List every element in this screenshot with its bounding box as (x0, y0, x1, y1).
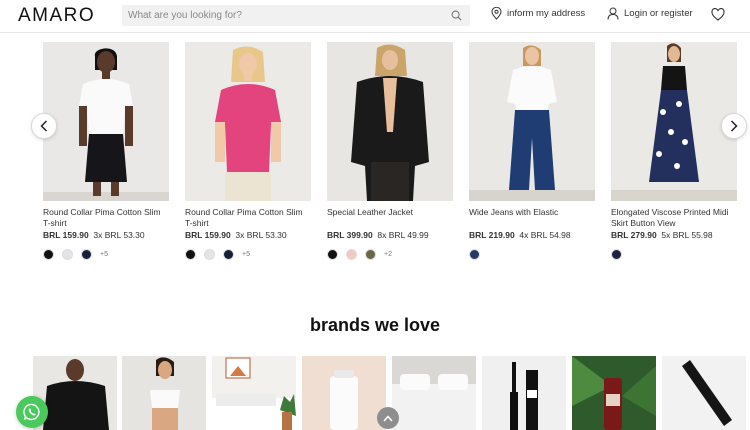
whatsapp-button[interactable] (16, 396, 48, 428)
color-swatch[interactable] (327, 249, 338, 260)
color-swatch[interactable] (223, 249, 234, 260)
brands-section-title: brands we love (309, 315, 441, 335)
chevron-left-icon (40, 120, 48, 132)
product-name[interactable]: Wide Jeans with Elastic (469, 207, 595, 229)
product-price: BRL 279.90 5x BRL 55.98 (611, 230, 713, 240)
heart-icon[interactable] (711, 8, 725, 21)
chevron-right-icon (730, 120, 738, 132)
chevron-up-icon (383, 414, 393, 421)
whatsapp-icon (23, 403, 40, 421)
color-swatches: +2 (327, 249, 453, 260)
product-card[interactable]: Special Leather Jacket BRL 399.90 8x BRL… (327, 42, 453, 260)
color-swatch[interactable] (346, 249, 357, 260)
product-image[interactable] (185, 42, 311, 201)
user-icon (607, 7, 619, 20)
product-image[interactable] (327, 42, 453, 201)
product-card[interactable]: Round Collar Pima Cotton Slim T-shirt BR… (185, 42, 311, 260)
address-link[interactable]: inform my address (491, 7, 585, 20)
color-swatches: +5 (185, 249, 311, 260)
color-swatch[interactable] (62, 249, 73, 260)
brand-card[interactable] (482, 356, 566, 430)
scroll-top-button[interactable] (377, 407, 399, 429)
amaro-logo[interactable]: AMARO (18, 5, 95, 27)
brand-card[interactable] (572, 356, 656, 430)
brand-card[interactable] (302, 356, 386, 430)
color-swatches: +5 (43, 249, 169, 260)
color-swatch[interactable] (204, 249, 215, 260)
more-colors-count[interactable]: +5 (242, 251, 250, 258)
color-swatch[interactable] (185, 249, 196, 260)
product-name[interactable]: Round Collar Pima Cotton Slim T-shirt (185, 207, 311, 229)
color-swatch[interactable] (611, 249, 622, 260)
product-name[interactable]: Round Collar Pima Cotton Slim T-shirt (43, 207, 169, 229)
product-image[interactable] (611, 42, 737, 201)
product-name[interactable]: Special Leather Jacket (327, 207, 453, 229)
brand-card[interactable] (122, 356, 206, 430)
site-header: AMARO inform my address Login or registe… (0, 0, 750, 33)
product-card[interactable]: Elongated Viscose Printed Midi Skirt But… (611, 42, 737, 260)
more-colors-count[interactable]: +2 (384, 251, 392, 258)
product-card[interactable]: Round Collar Pima Cotton Slim T-shirt BR… (43, 42, 169, 260)
color-swatches (611, 249, 737, 260)
search-bar (122, 5, 470, 26)
brand-card[interactable] (392, 356, 476, 430)
product-price: BRL 159.90 3x BRL 53.30 (43, 230, 145, 240)
brand-card[interactable] (212, 356, 296, 430)
product-price: BRL 159.90 3x BRL 53.30 (185, 230, 287, 240)
brand-card[interactable] (662, 356, 746, 430)
product-name[interactable]: Elongated Viscose Printed Midi Skirt But… (611, 207, 737, 229)
color-swatch[interactable] (81, 249, 92, 260)
color-swatches (469, 249, 595, 260)
color-swatch[interactable] (43, 249, 54, 260)
login-label: Login or register (624, 8, 693, 19)
search-icon[interactable] (451, 10, 462, 21)
carousel-next-button[interactable] (721, 113, 747, 139)
more-colors-count[interactable]: +5 (100, 251, 108, 258)
carousel-prev-button[interactable] (31, 113, 57, 139)
product-image[interactable] (469, 42, 595, 201)
color-swatch[interactable] (469, 249, 480, 260)
product-card[interactable]: Wide Jeans with Elastic BRL 219.90 4x BR… (469, 42, 595, 260)
location-pin-icon (491, 7, 502, 20)
product-image[interactable] (43, 42, 169, 201)
color-swatch[interactable] (365, 249, 376, 260)
login-link[interactable]: Login or register (607, 7, 693, 20)
product-price: BRL 399.90 8x BRL 49.99 (327, 230, 429, 240)
product-price: BRL 219.90 4x BRL 54.98 (469, 230, 571, 240)
address-label: inform my address (507, 8, 586, 19)
search-input[interactable] (128, 5, 438, 26)
